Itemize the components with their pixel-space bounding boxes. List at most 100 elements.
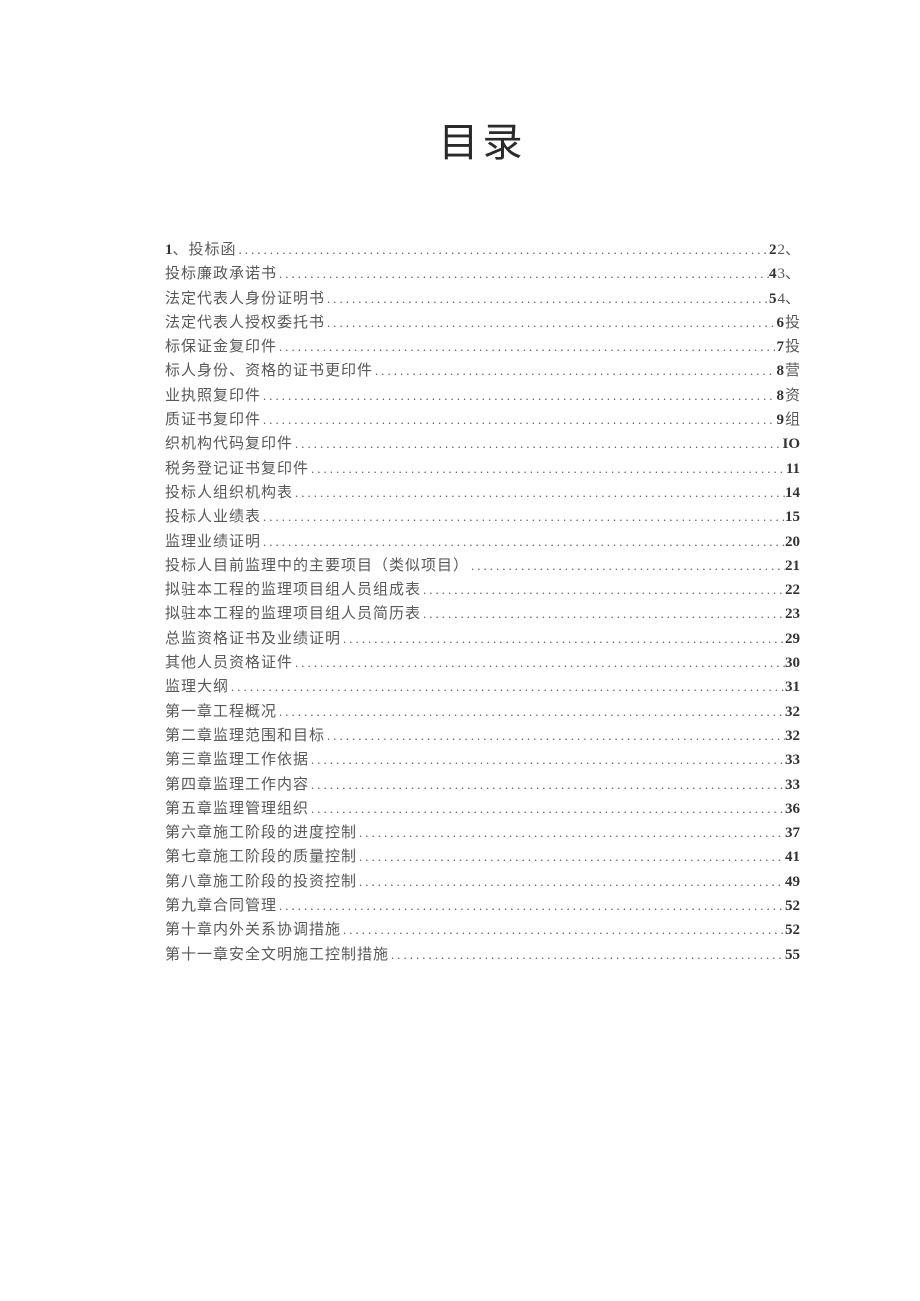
toc-entry: 投标人业绩表 15: [165, 505, 800, 529]
toc-entry: 第四章监理工作内容33: [165, 773, 800, 797]
toc-leader-dots: [309, 773, 785, 796]
toc-entry-label: 第三章监理工作依据: [165, 749, 309, 772]
toc-entry-label: 标保证金复印件: [165, 336, 277, 359]
toc-entry: 第十一章安全文明施工控制措施55: [165, 943, 800, 967]
toc-entry-page: 32: [785, 701, 800, 724]
toc-entry-label: 第四章监理工作内容: [165, 774, 309, 797]
toc-entry: 业执照复印件 8资: [165, 384, 800, 408]
toc-entry-page: 21: [785, 555, 800, 578]
toc-entry: 第一章工程概况 32: [165, 700, 800, 724]
toc-leader-dots: [421, 578, 785, 601]
toc-entry-label: 标人身份、资格的证书更印件: [165, 360, 373, 383]
toc-leader-dots: [357, 845, 785, 868]
toc-leader-dots: [357, 821, 785, 844]
toc-leader-dots: [261, 530, 785, 553]
toc-leader-dots: [277, 262, 769, 285]
toc-entry-label: 法定代表人身份证明书: [165, 288, 325, 311]
toc-entry-page: 8: [776, 360, 784, 383]
toc-entry-page: 22: [785, 579, 800, 602]
toc-leader-dots: [309, 797, 785, 820]
toc-entry-page: 36: [785, 798, 800, 821]
toc-entry: 质证书复印件9组: [165, 408, 800, 432]
toc-entry-label: 法定代表人授权委托书: [165, 312, 325, 335]
toc-entry-page: 9: [776, 409, 784, 432]
toc-entry: 税务登记证书复印件11: [165, 457, 800, 481]
toc-entry-page: 15: [785, 506, 800, 529]
toc-entry: 法定代表人授权委托书 6投: [165, 311, 800, 335]
toc-entry-page: 6: [776, 312, 784, 335]
toc-entry-page: 37: [785, 822, 800, 845]
toc-entry-page: 14: [785, 482, 800, 505]
toc-entry-page: 4: [769, 263, 777, 286]
toc-leader-dots: [309, 748, 785, 771]
toc-entry-page: 2: [769, 239, 777, 262]
toc-leader-dots: [277, 894, 785, 917]
toc-leader-dots: [293, 481, 785, 504]
toc-entry-page: 49: [785, 871, 800, 894]
toc-entry: 其他人员资格证件 30: [165, 651, 800, 675]
toc-entry: 总监资格证书及业绩证明29: [165, 627, 800, 651]
toc-entry-label: 其他人员资格证件: [165, 652, 293, 675]
toc-entry-label: 投标人业绩表: [165, 506, 261, 529]
toc-entry-label: 第十一章安全文明施工控制措施: [165, 944, 389, 967]
toc-entry-page: 52: [785, 895, 800, 918]
toc-entry-label: 第一章工程概况: [165, 701, 277, 724]
toc-entry-suffix: 组: [785, 409, 800, 432]
toc-entry: 拟驻本工程的监理项目组人员组成表22: [165, 578, 800, 602]
toc-entry-label: 拟驻本工程的监理项目组人员简历表: [165, 603, 421, 626]
toc-entry-label: 第九章合同管理: [165, 895, 277, 918]
toc-entry-page: 52: [785, 919, 800, 942]
toc-entry: 第六章施工阶段的进度控制37: [165, 821, 800, 845]
toc-entry: 标人身份、资格的证书更印件 8营: [165, 359, 800, 383]
toc-entry-label: 投标人组织机构表: [165, 482, 293, 505]
toc-entry-label: 监理大纲: [165, 676, 229, 699]
toc-entry: 监理业绩证明20: [165, 530, 800, 554]
toc-entry-page: 33: [785, 749, 800, 772]
toc-entry-label: 投标人目前监理中的主要项目（类似项目）: [165, 555, 469, 578]
toc-entry-suffix: 资: [785, 385, 800, 408]
toc-entry: 第五章监理管理组织36: [165, 797, 800, 821]
toc-entry-page: 5: [769, 288, 777, 311]
toc-leader-dots: [469, 554, 785, 577]
toc-leader-dots: [293, 651, 785, 674]
toc-entry-page: 30: [785, 652, 800, 675]
toc-leader-dots: [261, 408, 776, 431]
toc-entry: 第二章监理范围和目标32: [165, 724, 800, 748]
toc-entry: 投标人组织机构表 14: [165, 481, 800, 505]
toc-leader-dots: [277, 700, 785, 723]
toc-leader-dots: [325, 287, 769, 310]
toc-entry-suffix: 投: [785, 312, 800, 335]
toc-entry: 投标廉政承诺书 43、: [165, 262, 800, 286]
toc-entry: 监理大纲 31: [165, 675, 800, 699]
toc-entry-label: 第八章施工阶段的投资控制: [165, 871, 357, 894]
toc-entry: 第九章合同管理 52: [165, 894, 800, 918]
toc-leader-dots: [373, 359, 776, 382]
toc-entry-label: 业执照复印件: [165, 385, 261, 408]
document-page: 目录 1、投标函22、投标廉政承诺书43、法定代表人身份证明书54、法定代表人授…: [0, 0, 920, 1301]
toc-leader-dots: [325, 311, 776, 334]
toc-entry-page: 29: [785, 628, 800, 651]
toc-leader-dots: [293, 432, 782, 455]
toc-entry-page: 7: [776, 336, 784, 359]
toc-entry-page: 8: [776, 385, 784, 408]
toc-entry-suffix: 3、: [777, 263, 800, 286]
toc-entry-label: 第二章监理范围和目标: [165, 725, 325, 748]
toc-entry: 1、投标函22、: [165, 238, 800, 262]
toc-leader-dots: [229, 675, 785, 698]
toc-leader-dots: [389, 943, 785, 966]
toc-entry: 第七章施工阶段的质量控制41: [165, 845, 800, 869]
toc-entry: 拟驻本工程的监理项目组人员简历表 23: [165, 602, 800, 626]
toc-leader-dots: [261, 505, 785, 528]
toc-leader-dots: [341, 918, 785, 941]
toc-entry-label: 第十章内外关系协调措施: [165, 919, 341, 942]
toc-entry-page: 31: [785, 676, 800, 699]
toc-leader-dots: [237, 238, 769, 261]
toc-entry-page: 41: [785, 846, 800, 869]
toc-entry-page: 23: [785, 603, 800, 626]
toc-entry-label: 投标廉政承诺书: [165, 263, 277, 286]
toc-leader-dots: [325, 724, 785, 747]
page-title: 目录: [165, 110, 800, 168]
toc-leader-dots: [421, 602, 785, 625]
toc-leader-dots: [277, 335, 776, 358]
toc-entry-suffix: 营: [785, 360, 800, 383]
